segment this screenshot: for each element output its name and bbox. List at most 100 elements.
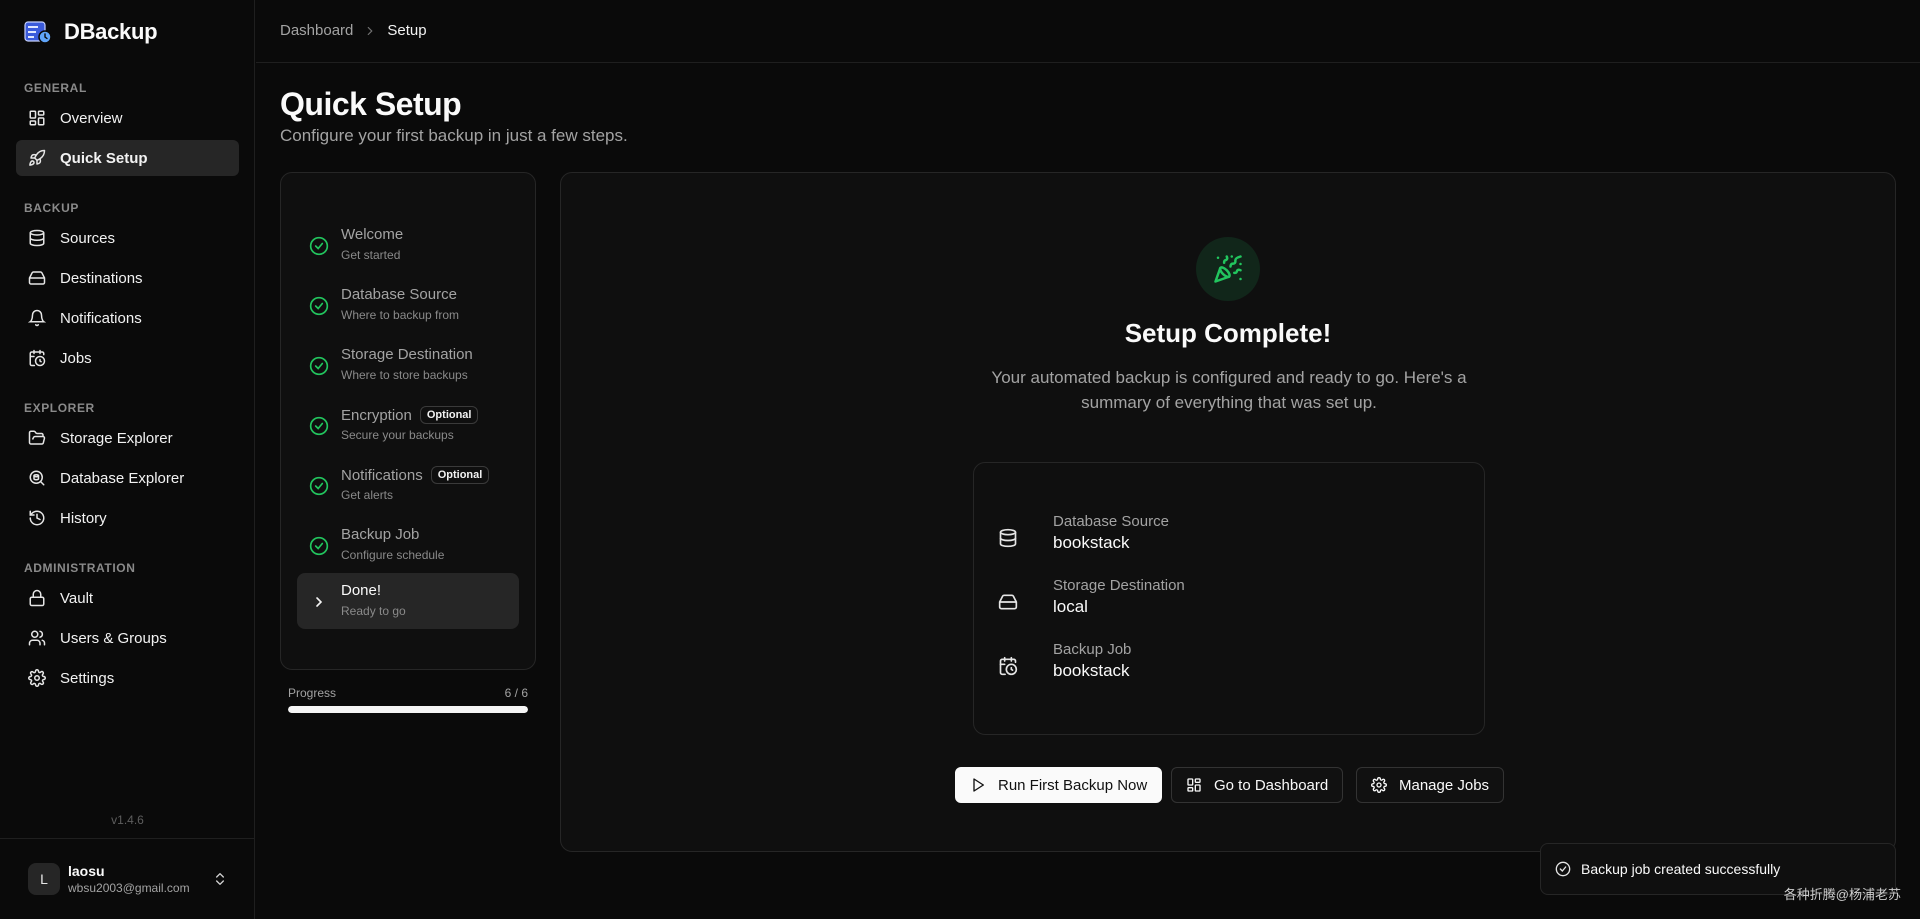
summary-label: Database Source [1053, 513, 1169, 530]
sidebar-item-quick-setup[interactable]: Quick Setup [16, 140, 239, 176]
setup-complete-card: Setup Complete! Your automated backup is… [560, 172, 1896, 852]
toast-message: Backup job created successfully [1581, 861, 1781, 877]
progress-count: 6 / 6 [504, 686, 528, 700]
step-notifications[interactable]: Notifications Optional Get alerts [297, 457, 519, 513]
summary-value: bookstack [1053, 533, 1130, 552]
sidebar-item-label: Vault [60, 589, 94, 607]
manage-jobs-button[interactable]: Manage Jobs [1356, 767, 1505, 803]
dbackup-logo-icon [24, 20, 52, 44]
layout-grid-icon [28, 109, 46, 127]
step-backup-job[interactable]: Backup Job Configure schedule [297, 517, 519, 573]
button-label: Run First Backup Now [998, 776, 1148, 794]
sidebar-item-label: Sources [60, 229, 116, 247]
gear-icon [28, 669, 46, 687]
sidebar-item-jobs[interactable]: Jobs [16, 340, 239, 376]
user-email: wbsu2003@gmail.com [68, 881, 190, 895]
sidebar-item-vault[interactable]: Vault [16, 580, 239, 616]
nav-group-general: GENERAL [24, 81, 87, 95]
bell-icon [28, 309, 46, 327]
progress-bar-fill [288, 706, 528, 713]
sidebar: DBackup GENERAL Overview Quick Setup BAC… [0, 0, 255, 919]
chevron-right-icon [363, 24, 377, 38]
check-circle-icon [309, 476, 329, 496]
sidebar-item-database-explorer[interactable]: Database Explorer [16, 460, 239, 496]
step-subtitle: Secure your backups [341, 428, 454, 442]
sidebar-item-label: Database Explorer [60, 469, 185, 487]
step-title: Done! [341, 582, 382, 599]
step-welcome[interactable]: Welcome Get started [297, 217, 519, 273]
hard-drive-icon [998, 592, 1018, 612]
layout-grid-icon [1186, 777, 1202, 793]
step-title: Encryption Optional [341, 406, 479, 424]
sidebar-item-label: Overview [60, 109, 123, 127]
setup-steps: Welcome Get started Database Source Wher… [280, 172, 536, 670]
sidebar-item-overview[interactable]: Overview [16, 100, 239, 136]
users-icon [28, 629, 46, 647]
check-circle-icon [1555, 861, 1571, 877]
step-subtitle: Where to store backups [341, 368, 468, 382]
step-encryption[interactable]: Encryption Optional Secure your backups [297, 397, 519, 453]
rocket-icon [28, 149, 46, 167]
run-first-backup-button[interactable]: Run First Backup Now [955, 767, 1163, 803]
step-done[interactable]: Done! Ready to go [297, 573, 519, 629]
database-icon [28, 229, 46, 247]
page-title: Quick Setup [280, 86, 462, 122]
watermark: 各种折腾@杨浦老苏 [1783, 887, 1901, 902]
user-menu[interactable]: L laosu wbsu2003@gmail.com [0, 838, 255, 919]
check-circle-icon [309, 416, 329, 436]
user-name: laosu [68, 863, 105, 879]
sidebar-item-users-groups[interactable]: Users & Groups [16, 620, 239, 656]
sidebar-item-label: History [60, 509, 107, 527]
check-circle-icon [309, 236, 329, 256]
sidebar-item-label: Quick Setup [60, 149, 148, 167]
chevrons-up-down-icon[interactable] [212, 871, 228, 887]
step-title: Backup Job [341, 526, 420, 543]
app-version: v1.4.6 [111, 813, 144, 827]
calendar-clock-icon [28, 349, 46, 367]
complete-title: Setup Complete! [1124, 318, 1332, 348]
setup-summary: Database Source bookstack Storage Destin… [973, 462, 1485, 735]
brand[interactable]: DBackup [24, 18, 158, 46]
check-circle-icon [309, 356, 329, 376]
sidebar-item-label: Users & Groups [60, 629, 167, 647]
step-title: Notifications Optional [341, 466, 490, 484]
nav-group-administration: ADMINISTRATION [24, 561, 136, 575]
sidebar-item-label: Jobs [60, 349, 92, 367]
sidebar-item-storage-explorer[interactable]: Storage Explorer [16, 420, 239, 456]
summary-value: bookstack [1053, 661, 1130, 680]
step-subtitle: Ready to go [341, 604, 406, 618]
sidebar-item-destinations[interactable]: Destinations [16, 260, 239, 296]
hard-drive-icon [28, 269, 46, 287]
check-circle-icon [309, 296, 329, 316]
history-icon [28, 509, 46, 527]
database-icon [998, 528, 1018, 548]
step-title: Database Source [341, 286, 457, 303]
sidebar-item-settings[interactable]: Settings [16, 660, 239, 696]
progress-bar [288, 706, 528, 713]
step-database-source[interactable]: Database Source Where to backup from [297, 277, 519, 333]
breadcrumb-current: Setup [387, 22, 427, 39]
breadcrumb: Dashboard Setup [280, 22, 427, 39]
sidebar-item-notifications[interactable]: Notifications [16, 300, 239, 336]
go-to-dashboard-button[interactable]: Go to Dashboard [1171, 767, 1344, 803]
folder-open-icon [28, 429, 46, 447]
check-circle-icon [309, 536, 329, 556]
sidebar-item-history[interactable]: History [16, 500, 239, 536]
step-subtitle: Configure schedule [341, 548, 445, 562]
optional-badge: Optional [419, 406, 479, 424]
button-label: Go to Dashboard [1214, 776, 1329, 794]
calendar-clock-icon [998, 656, 1018, 676]
sidebar-item-label: Settings [60, 669, 115, 687]
gear-icon [1371, 777, 1387, 793]
nav-group-explorer: EXPLORER [24, 401, 95, 415]
summary-label: Storage Destination [1053, 577, 1185, 594]
step-title: Welcome [341, 226, 404, 243]
app-name: DBackup [64, 19, 158, 44]
breadcrumb-dashboard[interactable]: Dashboard [280, 22, 353, 39]
step-storage-destination[interactable]: Storage Destination Where to store backu… [297, 337, 519, 393]
search-database-icon [28, 469, 46, 487]
sidebar-item-sources[interactable]: Sources [16, 220, 239, 256]
play-icon [970, 777, 986, 793]
step-subtitle: Get started [341, 248, 401, 262]
avatar: L [28, 863, 60, 895]
